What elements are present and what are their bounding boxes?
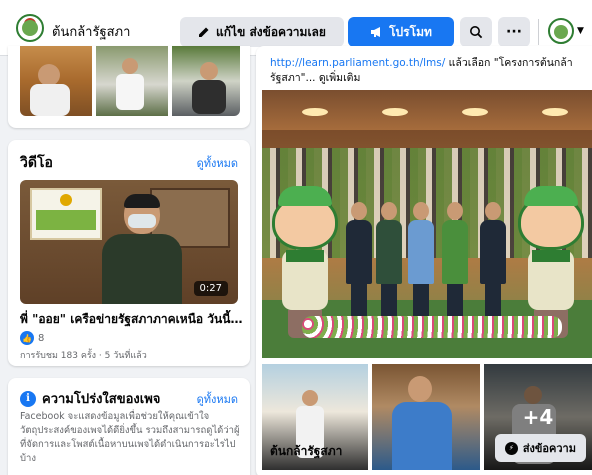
photos-card (8, 46, 250, 128)
post-link[interactable]: http://learn.parliament.go.th/lms/ (270, 57, 445, 69)
page-transparency-card: i ความโปร่งใสของเพจ ดูทั้งหมด Facebook จ… (8, 378, 250, 475)
more-icon: ··· (506, 24, 522, 40)
more-options-button[interactable]: ··· (498, 17, 530, 47)
post-text: http://learn.parliament.go.th/lms/ แล้วเ… (270, 56, 582, 86)
video-meta: การรับชม 183 ครั้ง · 5 วันที่แล้ว (20, 351, 147, 361)
like-icon: 👍 (20, 331, 34, 345)
video-presenter (94, 194, 190, 304)
edit-send-message-button[interactable]: แก้ไข ส่งข้อความเลย (180, 17, 344, 47)
videos-card: วิดีโอ ดูทั้งหมด 0:27 พี่ "ออย" เครือข่า… (8, 140, 250, 366)
post-footer-page-name[interactable]: ต้นกล้ารัฐสภา (270, 442, 342, 461)
account-avatar (548, 18, 574, 44)
edit-send-message-label: แก้ไข ส่งข้อความเลย (216, 24, 326, 39)
video-reactions[interactable]: 👍 8 (20, 331, 44, 345)
messenger-icon: ⚡ (504, 441, 518, 455)
videos-section-title: วิดีโอ (20, 155, 53, 171)
page-name[interactable]: ต้นกล้ารัฐสภา (52, 21, 130, 42)
search-icon (470, 26, 483, 39)
transparency-header: i ความโปร่งใสของเพจ (20, 388, 160, 409)
videos-see-all-link[interactable]: ดูทั้งหมด (197, 154, 238, 172)
promote-button[interactable]: โปรโมท (348, 17, 454, 47)
chevron-down-icon: ▼ (577, 26, 584, 36)
search-button[interactable] (460, 17, 492, 47)
group-of-people (346, 202, 508, 320)
video-poster-board (30, 188, 102, 240)
post-card: http://learn.parliament.go.th/lms/ แล้วเ… (256, 46, 592, 475)
photo-thumbnail[interactable] (96, 46, 168, 116)
promote-label: โปรโมท (389, 24, 432, 39)
photo-thumbnail[interactable] (172, 46, 240, 116)
info-icon: i (20, 390, 36, 407)
photo-thumbnail[interactable] (20, 46, 92, 116)
send-message-button[interactable]: ⚡ ส่งข้อความ (494, 434, 586, 462)
megaphone-icon (371, 27, 381, 37)
post-photo[interactable] (372, 364, 480, 470)
transparency-see-all-link[interactable]: ดูทั้งหมด (197, 390, 238, 408)
header-divider (538, 19, 539, 45)
account-switcher[interactable]: ▼ (548, 15, 588, 47)
video-duration: 0:27 (193, 281, 228, 296)
pencil-icon (199, 27, 209, 37)
reaction-count: 8 (38, 332, 45, 344)
transparency-body: Facebook จะแสดงข้อมูลเพื่อช่วยให้คุณเข้า… (20, 411, 240, 464)
transparency-title: ความโปร่งใสของเพจ (42, 392, 161, 407)
send-message-label: ส่งข้อความ (522, 442, 576, 455)
page-avatar[interactable] (16, 14, 44, 42)
video-title[interactable]: พี่ "ออย" เครือข่ายรัฐสภาภาคเหนือ วันนี้… (20, 310, 244, 329)
video-thumbnail[interactable]: 0:27 (20, 180, 238, 304)
post-main-photo[interactable] (262, 90, 592, 358)
